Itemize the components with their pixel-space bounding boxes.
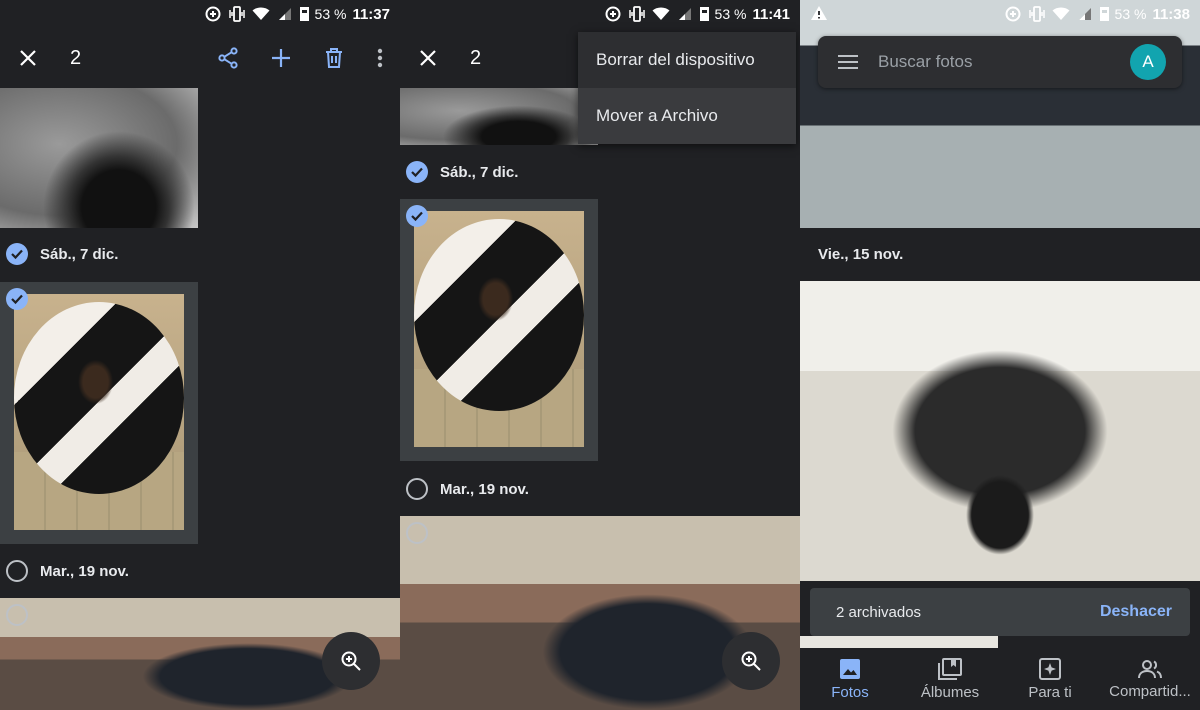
date-label: Mar., 19 nov. <box>40 562 129 580</box>
status-bar: 53 % 11:38 <box>800 0 1200 28</box>
date-group-header[interactable]: Sáb., 7 dic. <box>406 154 518 190</box>
warning-icon <box>810 5 828 24</box>
add-to-button[interactable] <box>254 28 307 88</box>
zoom-button[interactable] <box>722 632 780 690</box>
share-button[interactable] <box>201 28 254 88</box>
selected-photo-thumbnail[interactable] <box>400 199 598 461</box>
photo-thumbnail[interactable] <box>400 88 598 145</box>
photo-check-icon[interactable] <box>6 288 28 310</box>
photo-thumbnail[interactable] <box>800 0 1200 228</box>
battery-percent: 53 % <box>1114 6 1147 22</box>
menu-item-move-to-archive[interactable]: Mover a Archivo <box>578 88 796 144</box>
clock: 11:38 <box>1152 5 1190 23</box>
status-bar: 53 % 11:37 <box>0 0 400 28</box>
zoom-in-icon <box>741 651 761 671</box>
undo-button[interactable]: Deshacer <box>1100 603 1172 621</box>
selected-count: 2 <box>70 46 82 69</box>
group-check-icon[interactable] <box>406 161 428 183</box>
signal-icon <box>276 5 294 23</box>
sharing-icon <box>1138 659 1162 678</box>
search-input[interactable]: Buscar fotos <box>878 52 973 72</box>
nav-tab-photos[interactable]: Fotos <box>800 648 900 710</box>
nav-tab-albums[interactable]: Álbumes <box>900 648 1000 710</box>
nav-label: Fotos <box>831 683 869 701</box>
signal-icon <box>676 5 694 23</box>
close-selection-button[interactable] <box>0 28 56 88</box>
menu-button[interactable] <box>818 54 878 70</box>
date-group-header: Vie., 15 nov. <box>818 236 903 272</box>
photo-thumbnail[interactable] <box>800 636 998 648</box>
more-vert-icon <box>377 48 383 68</box>
vibrate-icon <box>1028 5 1046 23</box>
photo-uncheck-icon[interactable] <box>406 522 428 544</box>
date-group-header[interactable]: Sáb., 7 dic. <box>6 236 118 272</box>
search-bar[interactable]: Buscar fotos A <box>818 36 1182 88</box>
date-label: Vie., 15 nov. <box>818 245 904 263</box>
delete-button[interactable] <box>307 28 360 88</box>
trash-icon <box>325 48 342 68</box>
photo-check-icon[interactable] <box>406 205 428 227</box>
account-avatar[interactable]: A <box>1130 44 1166 80</box>
close-icon <box>420 50 436 66</box>
battery-icon <box>299 7 309 21</box>
battery-icon <box>699 7 709 21</box>
photo-thumbnail[interactable] <box>800 281 1200 581</box>
status-bar: 53 % 11:41 <box>400 0 800 28</box>
battery-icon <box>1099 7 1109 21</box>
nav-tab-sharing[interactable]: Compartid... <box>1100 648 1200 710</box>
plus-icon <box>271 49 290 67</box>
battery-percent: 53 % <box>314 6 347 22</box>
group-uncheck-icon[interactable] <box>406 478 428 500</box>
clock: 11:41 <box>752 5 790 23</box>
for-you-icon <box>1039 657 1061 680</box>
vibrate-icon <box>628 5 646 23</box>
album-icon <box>938 657 962 680</box>
screen-overflow-menu: 53 % 11:41 2 Borrar del dispositivo Move… <box>400 0 800 710</box>
signal-icon <box>1076 5 1094 23</box>
wifi-icon <box>652 5 670 23</box>
group-check-icon[interactable] <box>6 243 28 265</box>
archived-snackbar: 2 archivados Deshacer <box>810 588 1190 636</box>
date-label: Sáb., 7 dic. <box>440 163 519 181</box>
bottom-navigation: Fotos Álbumes Para ti Compartid... <box>800 648 1200 710</box>
hamburger-menu-icon <box>838 55 858 69</box>
nav-label: Álbumes <box>920 683 980 701</box>
clock: 11:37 <box>352 5 390 23</box>
close-selection-button[interactable] <box>400 28 456 88</box>
zoom-in-icon <box>341 651 361 671</box>
zoom-button[interactable] <box>322 632 380 690</box>
date-label: Mar., 19 nov. <box>440 480 529 498</box>
wifi-icon <box>1052 5 1070 23</box>
group-uncheck-icon[interactable] <box>6 560 28 582</box>
date-group-header[interactable]: Mar., 19 nov. <box>406 471 529 507</box>
selected-count: 2 <box>470 46 482 69</box>
nav-tab-for-you[interactable]: Para ti <box>1000 648 1100 710</box>
battery-percent: 53 % <box>714 6 747 22</box>
date-group-header[interactable]: Mar., 19 nov. <box>6 553 129 589</box>
nav-label: Compartid... <box>1109 682 1191 700</box>
selection-app-bar: 2 <box>0 28 400 88</box>
more-options-button[interactable] <box>360 28 400 88</box>
data-saver-icon <box>204 5 222 23</box>
photo-icon <box>840 658 860 679</box>
date-label: Sáb., 7 dic. <box>40 245 119 263</box>
nav-label: Para ti <box>1028 683 1072 701</box>
screen-archived: 53 % 11:38 Buscar fotos A Vie., 15 nov. … <box>800 0 1200 710</box>
overflow-menu: Borrar del dispositivo Mover a Archivo <box>578 32 796 144</box>
data-saver-icon <box>1004 5 1022 23</box>
snackbar-message: 2 archivados <box>836 603 922 621</box>
wifi-icon <box>252 5 270 23</box>
share-icon <box>217 47 238 69</box>
screen-selection-mode: 53 % 11:37 2 Sáb., 7 dic. Mar., 19 nov. <box>0 0 400 710</box>
vibrate-icon <box>228 5 246 23</box>
photo-uncheck-icon[interactable] <box>6 604 28 626</box>
selected-photo-thumbnail[interactable] <box>0 282 198 544</box>
close-icon <box>20 50 36 66</box>
data-saver-icon <box>604 5 622 23</box>
photo-thumbnail[interactable] <box>0 88 198 228</box>
menu-item-delete-from-device[interactable]: Borrar del dispositivo <box>578 32 796 88</box>
